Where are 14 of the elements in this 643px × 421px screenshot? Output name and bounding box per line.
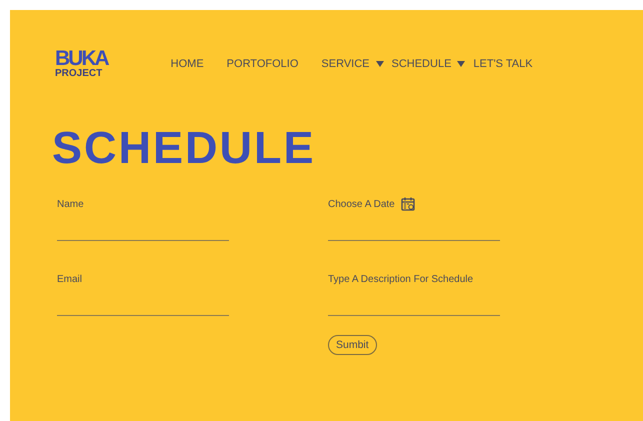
field-label: Type A Description For Schedule — [328, 274, 474, 284]
nav-link[interactable]: SERVICE — [321, 58, 384, 70]
nav-link[interactable]: LET'S TALK — [473, 58, 533, 70]
logo-title[interactable]: BUKA — [55, 48, 108, 69]
field-label: Choose A Date — [328, 198, 395, 210]
field-label: Email — [57, 274, 82, 284]
field-label: Name — [57, 198, 84, 210]
logo-subtitle[interactable]: PROJECT — [55, 69, 108, 79]
nav-link[interactable]: PORTOFOLIO — [226, 58, 298, 70]
nav-link[interactable]: SCHEDULE — [392, 58, 466, 70]
submit-button[interactable]: Sumbit — [328, 335, 377, 355]
calendar-icon[interactable] — [400, 197, 415, 211]
page-heading: SCHEDULE — [52, 125, 317, 170]
nav-link[interactable]: HOME — [170, 58, 204, 70]
